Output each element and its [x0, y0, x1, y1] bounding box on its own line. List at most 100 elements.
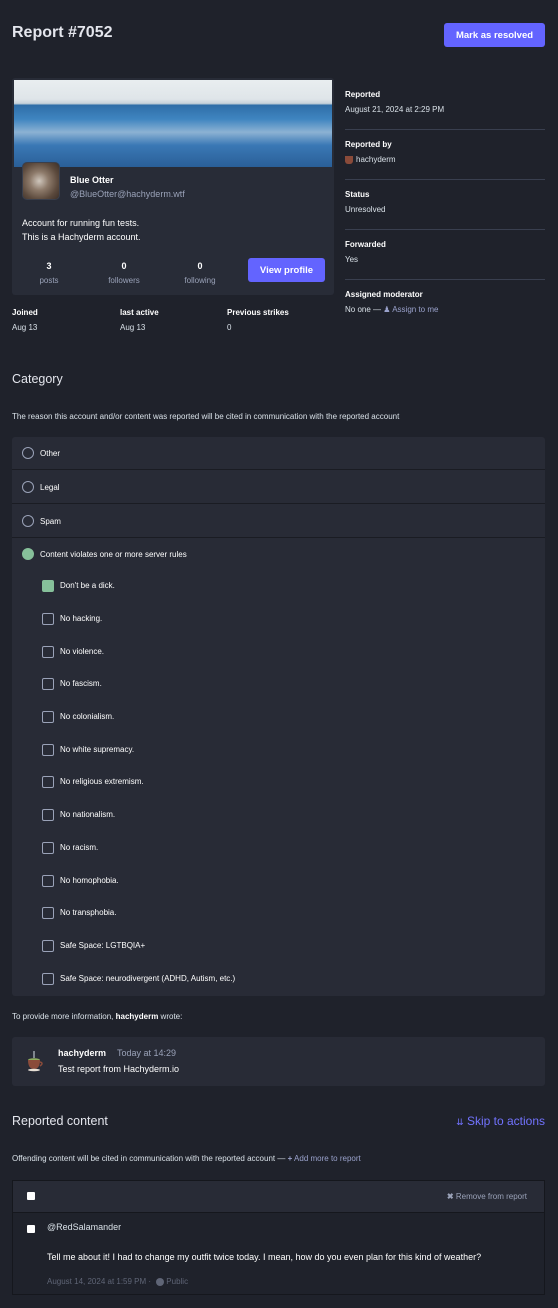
- meta-value: 0: [227, 323, 232, 332]
- report-info-list: Reported August 21, 2024 at 2:29 PM Repo…: [345, 80, 545, 330]
- intro-prefix: To provide more information,: [12, 1012, 114, 1021]
- option-label: Legal: [40, 483, 60, 492]
- remove-from-report-button[interactable]: ✖ Remove from report: [447, 1192, 527, 1201]
- comment-text: Test report from Hachyderm.io: [58, 1064, 180, 1074]
- account-header-image: [14, 80, 332, 167]
- skip-to-actions-link[interactable]: ⇊ Skip to actions: [456, 1114, 545, 1128]
- info-forwarded: Forwarded Yes: [345, 230, 545, 280]
- select-all-checkbox[interactable]: [27, 1192, 35, 1200]
- checkbox[interactable]: [42, 809, 54, 821]
- radio-button[interactable]: [22, 515, 34, 527]
- checkbox-checked[interactable]: [42, 580, 54, 592]
- stat-label: posts: [39, 276, 59, 285]
- stat-label: following: [184, 276, 216, 285]
- category-hint: The reason this account and/or content w…: [12, 412, 400, 421]
- status-date[interactable]: August 14, 2024 at 1:59 PM: [47, 1277, 146, 1286]
- account-bio: Account for running fun tests. This is a…: [22, 216, 141, 244]
- add-more-link[interactable]: + Add more to report: [288, 1154, 361, 1163]
- stat-value: 3: [46, 261, 52, 271]
- checkbox[interactable]: [42, 842, 54, 854]
- comment-author[interactable]: hachyderm: [58, 1048, 106, 1058]
- info-assigned-moderator: Assigned moderator No one — ♟ Assign to …: [345, 280, 545, 330]
- category-option-other[interactable]: Other: [12, 437, 545, 470]
- view-profile-button[interactable]: View profile: [248, 258, 325, 282]
- meta-previous-strikes: Previous strikes 0: [227, 308, 289, 332]
- rule-label: No homophobia.: [60, 876, 119, 885]
- rule-label: No racism.: [60, 843, 99, 852]
- rule-label: No colonialism.: [60, 712, 115, 721]
- remove-label: Remove from report: [455, 1192, 527, 1201]
- display-name: Blue Otter: [70, 175, 114, 185]
- account-handle: @BlueOtter@hachyderm.wtf: [70, 189, 185, 199]
- intro-suffix: wrote:: [160, 1012, 183, 1021]
- assign-label: Assign to me: [392, 305, 439, 314]
- checkbox[interactable]: [42, 613, 54, 625]
- radio-button-selected[interactable]: [22, 548, 34, 560]
- category-option-spam[interactable]: Spam: [12, 505, 545, 538]
- rule-label: Don't be a dick.: [60, 581, 115, 590]
- status-account[interactable]: @RedSalamander: [47, 1222, 121, 1232]
- coffee-cup-icon: [28, 1051, 43, 1072]
- rule-label: No violence.: [60, 647, 105, 656]
- radio-button[interactable]: [22, 481, 34, 493]
- info-label: Reported by: [345, 140, 392, 149]
- info-label: Assigned moderator: [345, 290, 423, 299]
- stat-followers: 0 followers: [87, 261, 161, 285]
- info-value-wrap: hachyderm: [345, 155, 545, 164]
- checkbox[interactable]: [42, 907, 54, 919]
- reported-content-title: Reported content: [12, 1114, 108, 1128]
- meta-value: Aug 13: [12, 323, 38, 332]
- globe-icon: [156, 1277, 165, 1286]
- table-header: ✖ Remove from report: [13, 1181, 544, 1213]
- radio-button[interactable]: [22, 447, 34, 459]
- user-icon: ♟: [383, 305, 391, 314]
- checkbox[interactable]: [42, 776, 54, 788]
- intro-author: hachyderm: [115, 1012, 159, 1021]
- status-content: Tell me about it! I had to change my out…: [47, 1252, 482, 1262]
- rule-label: Safe Space: neurodivergent (ADHD, Autism…: [60, 974, 236, 983]
- avatar[interactable]: [22, 162, 60, 200]
- rule-label: No transphobia.: [60, 908, 117, 917]
- meta-last-active: last active Aug 13: [120, 308, 159, 332]
- checkbox[interactable]: [42, 646, 54, 658]
- meta-label: Previous strikes: [227, 308, 289, 317]
- close-icon: ✖: [446, 1192, 454, 1201]
- assign-to-me-link[interactable]: ♟ Assign to me: [383, 305, 438, 314]
- stat-following: 0 following: [163, 261, 237, 285]
- checkbox[interactable]: [42, 711, 54, 723]
- checkbox[interactable]: [42, 678, 54, 690]
- reporter-link[interactable]: hachyderm: [356, 155, 396, 164]
- stat-label: followers: [108, 276, 140, 285]
- checkbox[interactable]: [42, 744, 54, 756]
- plus-icon: +: [287, 1154, 293, 1163]
- meta-label: last active: [120, 308, 159, 317]
- rule-label: No religious extremism.: [60, 777, 144, 786]
- info-label: Forwarded: [345, 240, 386, 249]
- info-label: Reported: [345, 90, 381, 99]
- reporter-comment: hachyderm Today at 14:29 Test report fro…: [12, 1037, 545, 1086]
- reported-content-table: ✖ Remove from report @RedSalamander Tell…: [12, 1180, 545, 1295]
- info-reported-by: Reported by hachyderm: [345, 130, 545, 180]
- rule-label: No nationalism.: [60, 810, 116, 819]
- category-option-violation[interactable]: Content violates one or more server rule…: [12, 539, 545, 996]
- category-option-legal[interactable]: Legal: [12, 471, 545, 504]
- rule-label: No white supremacy.: [60, 745, 135, 754]
- bio-line: This is a Hachyderm account.: [22, 232, 141, 242]
- checkbox[interactable]: [42, 940, 54, 952]
- meta-value: Aug 13: [120, 323, 146, 332]
- meta-joined: Joined Aug 13: [12, 308, 38, 332]
- checkbox[interactable]: [42, 875, 54, 887]
- rule-label: No fascism.: [60, 679, 102, 688]
- mark-as-resolved-button[interactable]: Mark as resolved: [444, 23, 545, 47]
- checkbox[interactable]: [42, 973, 54, 985]
- category-options: Other Legal Spam Content violates one or…: [12, 437, 545, 996]
- offending-hint: Offending content will be cited in commu…: [12, 1154, 361, 1163]
- status-meta: August 14, 2024 at 1:59 PM · Public: [47, 1277, 189, 1286]
- reporter-avatar-icon: [345, 155, 353, 164]
- rule-label: Safe Space: LGTBQIA+: [60, 941, 146, 950]
- option-label: Content violates one or more server rule…: [40, 550, 187, 559]
- comment-time: Today at 14:29: [117, 1048, 177, 1058]
- rule-label: No hacking.: [60, 614, 103, 623]
- status-checkbox[interactable]: [27, 1225, 35, 1233]
- info-value-wrap: No one — ♟ Assign to me: [345, 305, 545, 314]
